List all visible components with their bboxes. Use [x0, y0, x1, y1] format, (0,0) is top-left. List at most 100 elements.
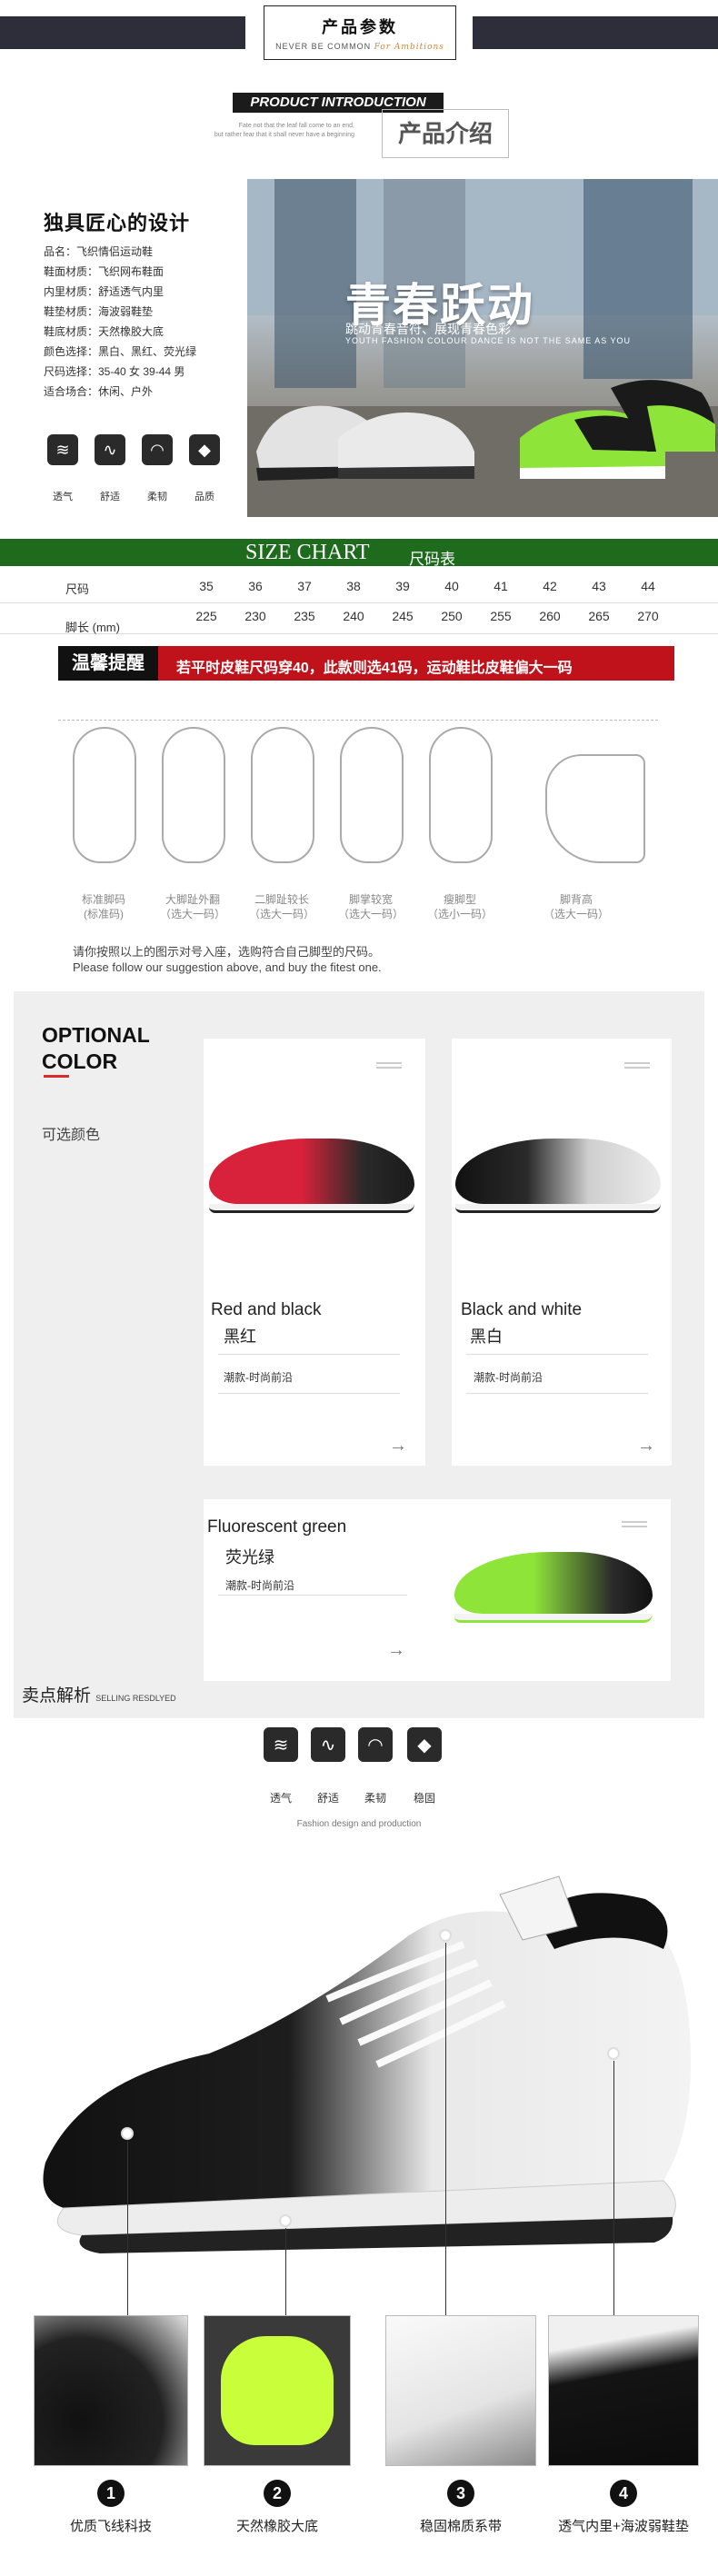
- foot-type-note: （选小一码）: [426, 908, 493, 920]
- foot-outline: [162, 727, 225, 863]
- card-tag: 潮款-时尚前沿: [225, 1579, 294, 1592]
- hero-sneakers-illustration: [247, 179, 718, 517]
- size-cell: 40: [444, 579, 459, 593]
- detail-line: 鞋底材质：天然橡胶大底: [44, 325, 165, 338]
- detail-photo-fabric: [34, 2315, 188, 2466]
- card-tag: 潮款-时尚前沿: [224, 1371, 293, 1384]
- detail-line: 颜色选择：黑白、黑红、荧光绿: [44, 345, 197, 358]
- hero-en-line: YOUTH FASHION COLOUR DANCE IS NOT THE SA…: [345, 336, 632, 345]
- arrow-right-icon[interactable]: →: [389, 1436, 407, 1457]
- detail-photo-laces: [385, 2315, 536, 2466]
- feet-divider: [58, 720, 658, 721]
- foot-outline: [429, 727, 493, 863]
- shoe-black-white: [455, 1139, 661, 1204]
- arrow-right-icon[interactable]: →: [387, 1640, 405, 1661]
- feature-label: 透气: [269, 1792, 292, 1805]
- size-row-label: 尺码: [65, 582, 90, 596]
- arrow-right-icon[interactable]: →: [637, 1436, 655, 1457]
- foot-type-note: （选大一码）: [159, 908, 225, 920]
- intro-small-text: Fate not that the leaf fall come to an e…: [214, 123, 354, 138]
- color-title: OPTIONAL COLOR: [42, 1023, 150, 1073]
- card-color-cn: 荧光绿: [225, 1548, 274, 1566]
- detail-line: 鞋垫材质：海波弱鞋垫: [44, 305, 154, 318]
- card-color-en: Red and black: [211, 1300, 322, 1319]
- foot-outline: [340, 727, 404, 863]
- header-dark-band-right: [473, 16, 718, 49]
- length-cell: 245: [392, 609, 414, 623]
- foot-type-name: 脚背高: [559, 893, 593, 906]
- size-cell: 38: [346, 579, 361, 593]
- hotspot-dot[interactable]: [279, 2214, 292, 2227]
- hotspot-dot[interactable]: [121, 2127, 134, 2140]
- size-cell: 39: [395, 579, 410, 593]
- callout-line: [613, 2061, 614, 2315]
- foot-type-name: 二脚趾较长: [254, 893, 309, 906]
- foot-type-name: 脚掌较宽: [348, 893, 393, 906]
- size-cell: 44: [641, 579, 655, 593]
- size-cell: 36: [248, 579, 263, 593]
- card-menu-icon: [624, 1062, 650, 1064]
- feet-note-cn: 请你按照以上的图示对号入座，选购符合自己脚型的尺码。: [73, 945, 381, 959]
- details-title: 独具匠心的设计: [44, 212, 191, 234]
- foot-type-note: （选大一码）: [543, 908, 609, 920]
- card-menu-icon: [622, 1521, 647, 1523]
- feature-label: 舒适: [316, 1792, 339, 1805]
- warning-tag: 温馨提醒: [58, 646, 158, 681]
- length-cell: 260: [539, 609, 561, 623]
- shoe-red-black: [209, 1139, 414, 1204]
- card-menu-icon: [624, 1067, 650, 1069]
- feature-label: 稳固: [413, 1792, 435, 1805]
- length-cell: 265: [588, 609, 610, 623]
- card-divider: [218, 1595, 407, 1596]
- color-card-black-white[interactable]: Black and white 黑白 潮款-时尚前沿 →: [452, 1039, 672, 1466]
- callout-number: 1: [97, 2480, 125, 2507]
- card-divider: [466, 1393, 648, 1394]
- hotspot-dot[interactable]: [439, 1929, 452, 1942]
- detail-line: 适合场合：休闲、户外: [44, 385, 154, 398]
- size-cell: 42: [543, 579, 557, 593]
- size-cell: 43: [592, 579, 606, 593]
- foot-type-note: （选大一码）: [337, 908, 404, 920]
- hero-subline: 跳动青春音符、展现青春色彩: [345, 322, 511, 336]
- callout-line: [445, 1943, 446, 2315]
- comfort-icon: ∿: [95, 434, 125, 465]
- hotspot-dot[interactable]: [607, 2047, 620, 2060]
- foot-type-name: 标准脚码: [81, 893, 125, 906]
- accent-underline: [44, 1075, 69, 1078]
- page-title: 产品参数: [322, 18, 398, 36]
- hero-image: [247, 179, 718, 517]
- foot-outline: [73, 727, 136, 863]
- color-card-fluorescent-green[interactable]: Fluorescent green 荧光绿 潮款-时尚前沿 →: [204, 1499, 671, 1681]
- comfort-icon: ∿: [311, 1727, 345, 1762]
- length-cell: 250: [441, 609, 463, 623]
- warning-text: 若平时皮鞋尺码穿40，此款则选41码，运动鞋比皮鞋偏大一码: [176, 661, 573, 676]
- foot-type-note: （选大一码）: [248, 908, 314, 920]
- callout-number: 4: [610, 2480, 637, 2507]
- detail-line: 尺码选择：35-40 女 39-44 男: [44, 365, 185, 378]
- length-cell: 270: [637, 609, 659, 623]
- feature-label: 柔韧: [364, 1792, 386, 1805]
- header-subtitle: NEVER BE COMMON For Ambitions: [275, 42, 444, 52]
- length-cell: 240: [343, 609, 364, 623]
- size-chart-title-cn: 尺码表: [409, 551, 455, 568]
- size-cell: 37: [297, 579, 312, 593]
- length-cell: 255: [490, 609, 512, 623]
- size-cell: 35: [199, 579, 214, 593]
- card-color-cn: 黑白: [470, 1328, 503, 1346]
- shoe-sole: [455, 1204, 661, 1213]
- length-row-label: 脚长 (mm): [65, 621, 120, 634]
- breathable-icon: ≋: [264, 1727, 298, 1762]
- color-card-red-black[interactable]: Red and black 黑红 潮款-时尚前沿 →: [204, 1039, 425, 1466]
- feature-label: 柔韧: [147, 492, 167, 502]
- callout-number: 2: [264, 2480, 291, 2507]
- detail-line: 鞋面材质：飞织网布鞋面: [44, 265, 165, 278]
- feature-label: 透气: [53, 492, 73, 502]
- card-divider: [466, 1354, 648, 1355]
- feature-label: 品质: [194, 492, 214, 502]
- detail-photo-sole: [204, 2315, 351, 2466]
- length-cell: 225: [195, 609, 217, 623]
- card-color-en: Fluorescent green: [207, 1517, 347, 1537]
- callout-number: 3: [447, 2480, 474, 2507]
- callout-label: 优质飞线科技: [69, 2519, 152, 2534]
- breathable-icon: ≋: [47, 434, 78, 465]
